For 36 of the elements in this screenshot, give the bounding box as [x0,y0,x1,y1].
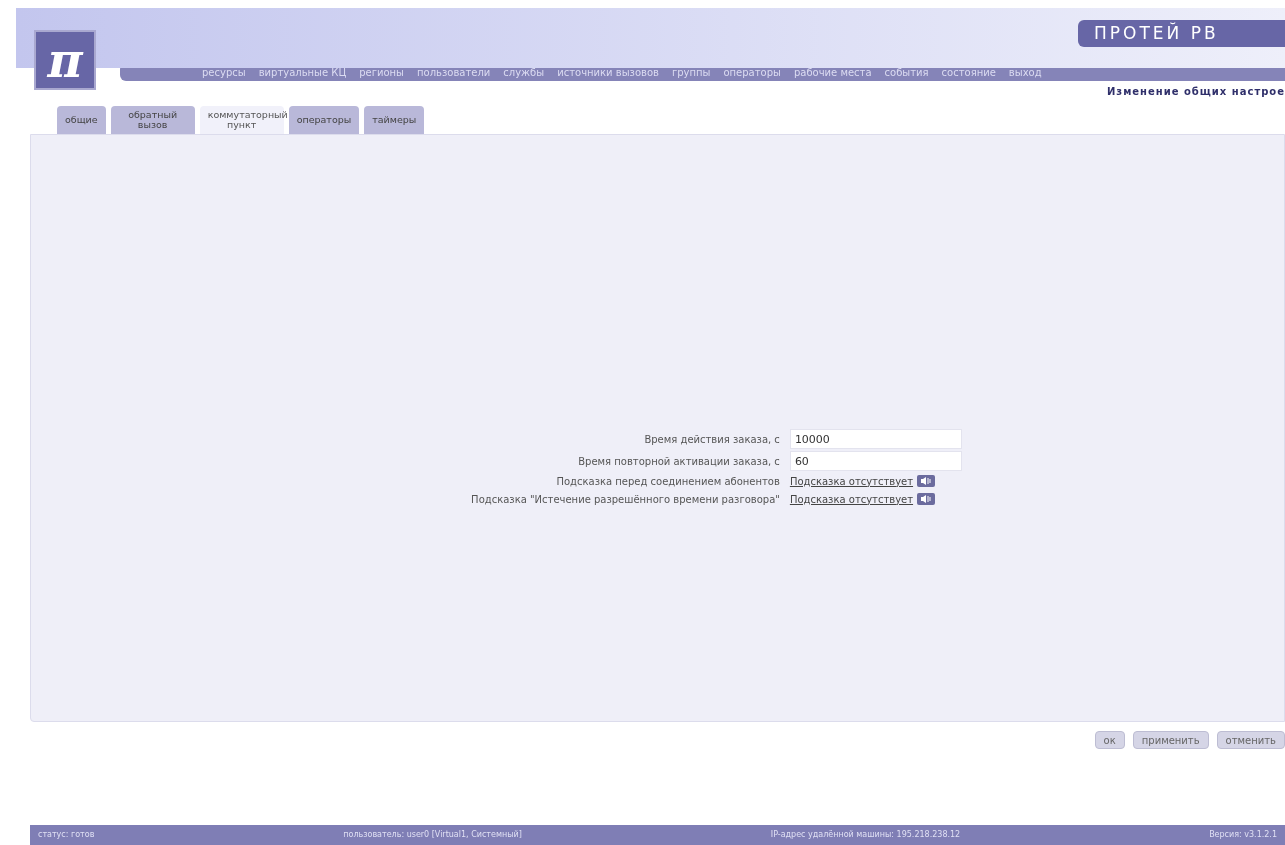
status-text: Версия: v3.1.2.1 [1209,829,1277,841]
nav-link[interactable]: виртуальные КЦ [258,64,347,80]
nav-link[interactable]: ресурсы [202,64,246,80]
input-field[interactable]: 10000 [789,429,962,449]
status-text: IP-адрес удалённой машины: 195.218.238.12 [770,829,961,841]
action-button[interactable]: ок [1094,731,1125,749]
nav-link[interactable]: группы [671,64,711,80]
status-text: пользователь: user0 [Virtual1, Системный] [343,829,522,841]
nav-link[interactable]: источники вызовов [557,64,659,80]
prompt-link[interactable]: Подсказка отсутствует [789,491,914,507]
field-label: Подсказка перед соединением абонентов [555,474,780,489]
nav-link[interactable]: операторы [723,64,781,80]
tab[interactable]: общие [57,106,106,134]
nav-link[interactable]: регионы [359,64,404,80]
tab[interactable]: операторы [288,106,360,134]
nav-link[interactable]: выход [1008,64,1042,80]
action-button[interactable]: применить [1132,731,1209,749]
input-field[interactable]: 60 [789,451,962,471]
nav-link[interactable]: события [884,64,929,80]
nav-link[interactable]: службы [503,64,545,80]
speaker-icon[interactable] [917,493,936,505]
nav-link[interactable]: рабочие места [793,64,872,80]
tab[interactable]: таймеры [364,106,425,134]
logo: π [34,30,96,90]
nav-link[interactable]: состояние [941,64,996,80]
field-label: Время действия заказа, с [643,432,780,447]
field-label: Подсказка "Истечение разрешённого времени разговора" [471,492,780,507]
nav-link[interactable]: пользователи [417,64,491,80]
field-label: Время повторной активации заказа, с [577,454,780,469]
prompt-link[interactable]: Подсказка отсутствует [789,473,914,489]
status-text: статус: готов [38,829,95,841]
app-title: ПРОТЕЙ РВ [1078,20,1285,47]
tab[interactable]: обратный вызов [110,106,195,134]
action-button[interactable]: отменить [1216,731,1285,749]
page-subtitle: Изменение общих настрое [1106,84,1285,99]
speaker-icon[interactable] [917,475,936,487]
